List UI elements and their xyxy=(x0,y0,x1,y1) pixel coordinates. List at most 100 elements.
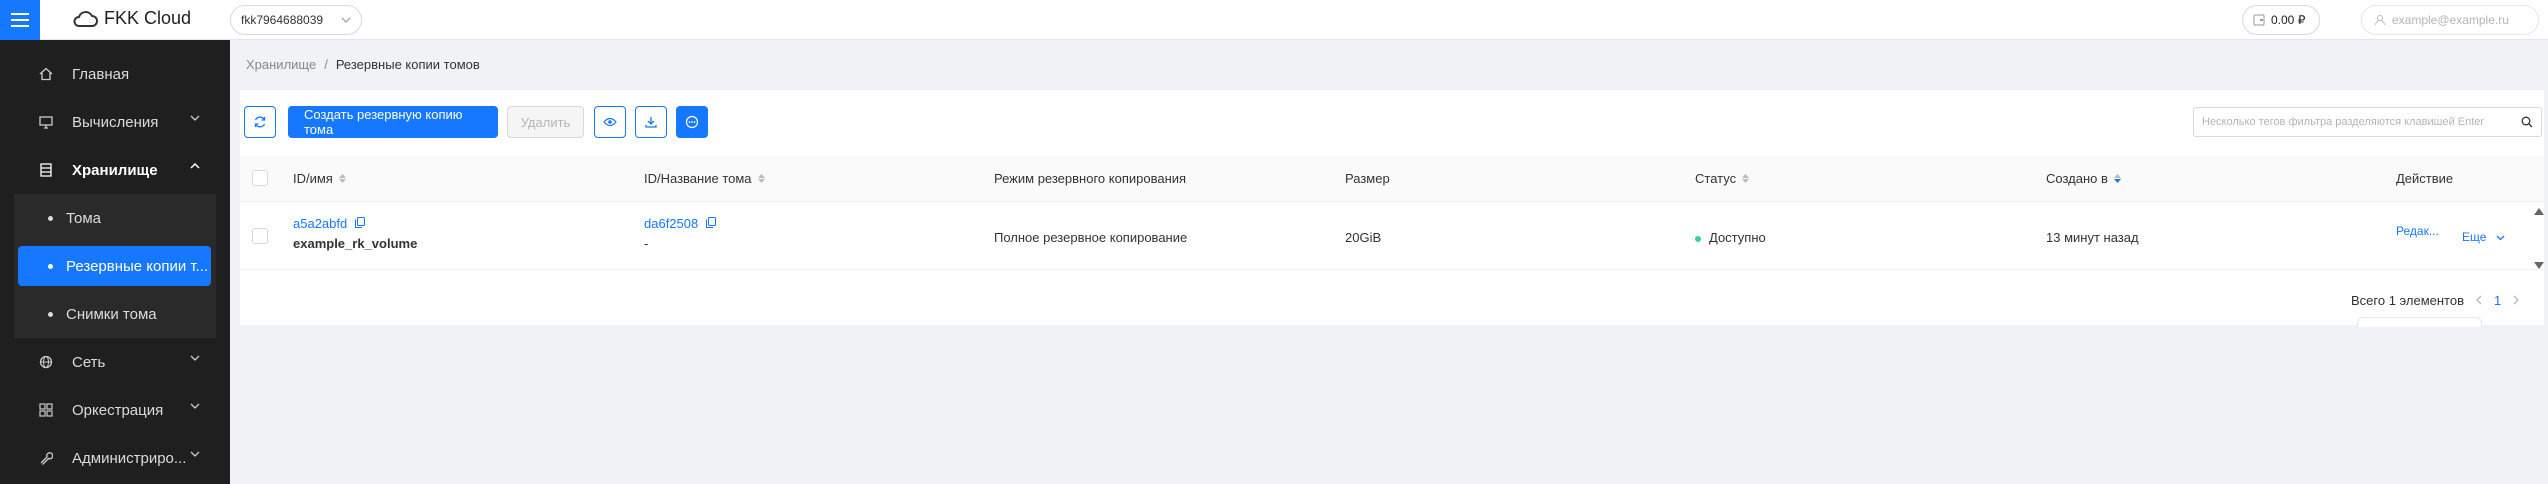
project-selector[interactable]: fkk7964688039 xyxy=(230,5,362,35)
bullet-icon xyxy=(48,312,53,317)
breadcrumb-parent[interactable]: Хранилище xyxy=(246,57,316,72)
sidebar: Главная Вычисления Хранилище Тома Резерв… xyxy=(0,40,230,484)
volume-cell: da6f2508 - xyxy=(644,216,716,251)
sidebar-subitem-label: Резервные копии т... xyxy=(66,257,209,275)
monitor-icon xyxy=(38,114,54,130)
prev-page-button[interactable] xyxy=(2476,293,2482,308)
sidebar-item-orchestration[interactable]: Оркестрация xyxy=(0,386,230,434)
row-checkbox[interactable] xyxy=(252,228,268,244)
table-header: ID/имя ID/Название тома Режим резервного… xyxy=(240,156,2544,202)
backup-id-cell: a5a2abfd example_rk_volume xyxy=(293,216,417,251)
column-label: Действие xyxy=(2396,171,2454,186)
sidebar-subitem-volume-backups[interactable]: Резервные копии т... xyxy=(18,246,211,286)
current-page[interactable]: 1 xyxy=(2494,293,2501,308)
column-label: Статус xyxy=(1695,171,1737,186)
more-actions-button[interactable] xyxy=(676,106,708,138)
home-icon xyxy=(38,66,54,82)
column-header-created[interactable]: Создано в xyxy=(2046,171,2121,186)
sort-icon xyxy=(757,174,765,183)
user-icon xyxy=(2375,15,2385,26)
menu-toggle-button[interactable] xyxy=(0,0,40,40)
copy-icon[interactable] xyxy=(354,217,365,228)
breadcrumb: Хранилище / Резервные копии томов xyxy=(246,57,480,72)
chevron-up-icon xyxy=(190,163,200,169)
pagination: Всего 1 элементов 1 xyxy=(2351,293,2520,308)
wallet-icon xyxy=(2253,14,2265,26)
edit-action-link[interactable]: Редак... xyxy=(2396,224,2439,238)
backup-name: example_rk_volume xyxy=(293,236,418,251)
breadcrumb-separator: / xyxy=(324,57,328,72)
more-circle-icon xyxy=(685,115,699,129)
sort-desc-icon xyxy=(2113,174,2121,183)
column-label: Создано в xyxy=(2046,171,2108,186)
total-count: Всего 1 элементов xyxy=(2351,293,2464,308)
delete-button[interactable]: Удалить xyxy=(507,106,584,138)
column-header-id-name[interactable]: ID/имя xyxy=(293,171,346,186)
eye-icon xyxy=(603,117,617,127)
download-button[interactable] xyxy=(635,106,667,138)
balance-value: 0.00 ₽ xyxy=(2271,13,2306,27)
sidebar-item-administration[interactable]: Администриро... xyxy=(0,434,230,482)
copy-icon[interactable] xyxy=(705,217,716,228)
table-row: a5a2abfd example_rk_volume da6f2508 - По… xyxy=(240,202,2544,270)
wrench-icon xyxy=(38,450,54,466)
refresh-button[interactable] xyxy=(244,106,276,138)
filter-search-input[interactable]: Несколько тегов фильтра разделяются клав… xyxy=(2193,107,2542,137)
bullet-icon xyxy=(48,264,53,269)
chevron-down-icon xyxy=(341,17,351,23)
column-header-size: Размер xyxy=(1345,171,1390,186)
chevron-down-icon xyxy=(190,355,200,361)
chevron-down-icon xyxy=(190,451,200,457)
next-page-button[interactable] xyxy=(2513,293,2520,308)
sidebar-item-home[interactable]: Главная xyxy=(0,50,230,98)
scroll-up-arrow-icon[interactable] xyxy=(2534,208,2544,215)
more-action-dropdown[interactable]: Еще xyxy=(2462,230,2505,244)
sidebar-item-storage[interactable]: Хранилище xyxy=(0,146,230,194)
create-backup-button[interactable]: Создать резервную копию тома xyxy=(288,106,498,138)
column-header-action: Действие xyxy=(2396,171,2453,186)
download-icon xyxy=(645,117,657,128)
project-id: fkk7964688039 xyxy=(241,13,324,27)
sidebar-subitem-volumes[interactable]: Тома xyxy=(18,198,211,238)
hamburger-icon xyxy=(11,13,29,27)
breadcrumb-current: Резервные копии томов xyxy=(335,57,480,72)
sidebar-subitem-label: Снимки тома xyxy=(66,305,157,323)
volume-name: - xyxy=(644,236,649,251)
volume-id-link[interactable]: da6f2508 xyxy=(644,216,698,231)
balance-badge[interactable]: 0.00 ₽ xyxy=(2242,5,2320,35)
view-columns-button[interactable] xyxy=(594,106,626,138)
column-label: ID/имя xyxy=(293,171,333,186)
chevron-down-icon xyxy=(190,115,200,121)
chevron-down-icon xyxy=(190,403,200,409)
sort-icon xyxy=(338,174,346,183)
sort-icon xyxy=(1742,174,1750,183)
page-size-selector[interactable] xyxy=(2357,317,2482,327)
chevron-down-icon xyxy=(2496,235,2505,241)
column-header-volume[interactable]: ID/Название тома xyxy=(644,171,765,186)
size-cell: 20GiB xyxy=(1345,230,1382,245)
sidebar-item-network[interactable]: Сеть xyxy=(0,338,230,386)
chevron-right-icon xyxy=(2513,295,2520,305)
top-header: FKK Cloud fkk7964688039 0.00 ₽ example@e… xyxy=(0,0,2548,40)
bullet-icon xyxy=(48,216,53,221)
user-menu[interactable]: example@example.ru xyxy=(2361,5,2539,35)
cloud-logo-icon xyxy=(73,10,98,27)
sidebar-subitem-label: Тома xyxy=(66,209,101,227)
sidebar-item-compute[interactable]: Вычисления xyxy=(0,98,230,146)
select-all-checkbox[interactable] xyxy=(252,170,268,186)
column-label: Режим резервного копирования xyxy=(994,171,1187,186)
column-label: ID/Название тома xyxy=(644,171,752,186)
more-action-label: Еще xyxy=(2462,230,2487,244)
content-panel: Создать резервную копию тома Удалить Нес… xyxy=(240,90,2544,325)
backup-id-link[interactable]: a5a2abfd xyxy=(293,216,347,231)
scroll-down-arrow-icon[interactable] xyxy=(2534,262,2544,269)
logo[interactable]: FKK Cloud xyxy=(72,8,191,29)
sidebar-item-label: Хранилище xyxy=(72,161,158,179)
backup-mode-cell: Полное резервное копирование xyxy=(994,230,1188,245)
column-header-status[interactable]: Статус xyxy=(1695,171,1750,186)
sidebar-item-label: Оркестрация xyxy=(72,401,164,419)
sidebar-subitem-volume-snapshots[interactable]: Снимки тома xyxy=(18,294,211,334)
sidebar-item-label: Главная xyxy=(72,65,130,83)
sidebar-item-label: Администриро... xyxy=(72,449,187,467)
column-header-backup-mode: Режим резервного копирования xyxy=(994,171,1186,186)
